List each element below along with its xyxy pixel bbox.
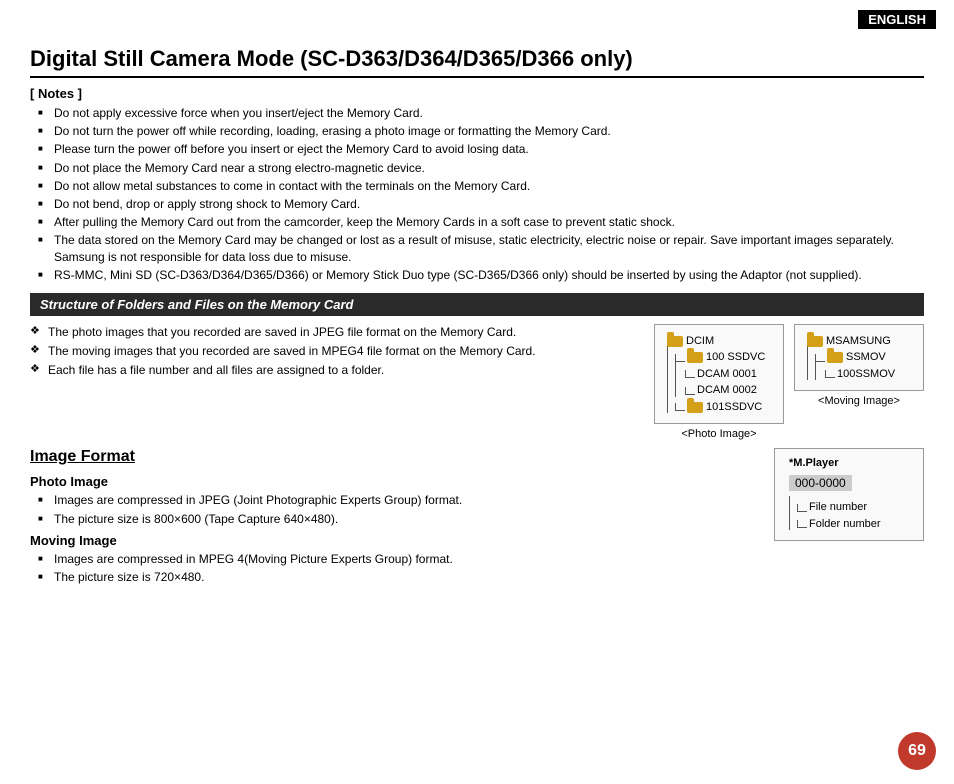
list-item: Please turn the power off before you ins…: [38, 141, 924, 157]
tree-row: 100SSMOV: [807, 366, 911, 383]
mplayer-diagram: *M.Player 000-0000 File number Folder nu…: [774, 448, 924, 541]
list-item: The picture size is 720×480.: [38, 569, 764, 585]
tree-row: File number: [789, 499, 909, 516]
list-item: The picture size is 800×600 (Tape Captur…: [38, 511, 764, 527]
tree-label: DCAM 0001: [697, 366, 757, 383]
connector-icon: [815, 354, 825, 362]
list-item: RS-MMC, Mini SD (SC-D363/D364/D365/D366)…: [38, 267, 924, 283]
tree-label: 100SSMOV: [837, 366, 895, 383]
tree-row: Folder number: [789, 516, 909, 533]
list-item: After pulling the Memory Card out from t…: [38, 214, 924, 230]
photo-diagram-box: DCIM 100 SSDVC: [654, 324, 784, 425]
tree-row: DCIM: [667, 333, 771, 350]
moving-diagram: MSAMSUNG SSMOV: [794, 324, 924, 408]
folder-icon: [807, 336, 823, 347]
folder-icon: [687, 352, 703, 363]
photo-diagram-caption: <Photo Image>: [654, 428, 784, 440]
tree-label: 100 SSDVC: [706, 349, 765, 366]
tree-label: File number: [809, 499, 867, 516]
structure-section: The photo images that you recorded are s…: [30, 324, 924, 441]
notes-label: [ Notes ]: [30, 86, 924, 101]
mplayer-number: 000-0000: [789, 475, 852, 491]
connector-icon: [685, 370, 695, 378]
connector-icon: [797, 504, 807, 512]
image-format-title: Image Format: [30, 448, 764, 466]
page: ENGLISH Digital Still Camera Mode (SC-D3…: [0, 0, 954, 784]
folder-icon: [667, 336, 683, 347]
tree-label: DCIM: [686, 333, 714, 350]
moving-tree: MSAMSUNG SSMOV: [807, 333, 911, 383]
page-title: Digital Still Camera Mode (SC-D363/D364/…: [30, 46, 924, 78]
list-item: Do not place the Memory Card near a stro…: [38, 160, 924, 176]
list-item: Do not apply excessive force when you in…: [38, 105, 924, 121]
connector-icon: [675, 403, 685, 411]
image-format-text: Image Format Photo Image Images are comp…: [30, 448, 764, 587]
folder-icon: [687, 402, 703, 413]
mplayer-title: *M.Player: [789, 457, 909, 469]
tree-label: 101SSDVC: [706, 399, 762, 416]
photo-diagram: DCIM 100 SSDVC: [654, 324, 784, 441]
connector-icon: [797, 520, 807, 528]
list-item: The photo images that you recorded are s…: [30, 324, 644, 340]
connector-icon: [675, 354, 685, 362]
mplayer-number-row: 000-0000: [789, 475, 909, 495]
list-item: Images are compressed in JPEG (Joint Pho…: [38, 492, 764, 508]
tree-label: SSMOV: [846, 349, 886, 366]
list-item: Do not allow metal substances to come in…: [38, 178, 924, 194]
moving-diagram-box: MSAMSUNG SSMOV: [794, 324, 924, 392]
notes-list: Do not apply excessive force when you in…: [30, 105, 924, 283]
list-item: Do not turn the power off while recordin…: [38, 123, 924, 139]
folder-icon: [827, 352, 843, 363]
moving-diagram-caption: <Moving Image>: [794, 395, 924, 407]
english-badge: ENGLISH: [858, 10, 936, 29]
tree-row: DCAM 0002: [667, 382, 771, 399]
structure-text: The photo images that you recorded are s…: [30, 324, 644, 441]
photo-tree: DCIM 100 SSDVC: [667, 333, 771, 416]
structure-bullets: The photo images that you recorded are s…: [30, 324, 644, 379]
structure-section-header: Structure of Folders and Files on the Me…: [30, 293, 924, 316]
connector-icon: [825, 370, 835, 378]
tree-row: MSAMSUNG: [807, 333, 911, 350]
list-item: The data stored on the Memory Card may b…: [38, 232, 924, 264]
image-format-section: Image Format Photo Image Images are comp…: [30, 448, 924, 587]
list-item: Each file has a file number and all file…: [30, 362, 644, 378]
list-item: Do not bend, drop or apply strong shock …: [38, 196, 924, 212]
connector-icon: [685, 387, 695, 395]
list-item: Images are compressed in MPEG 4(Moving P…: [38, 551, 764, 567]
diagrams: DCIM 100 SSDVC: [654, 324, 924, 441]
tree-row: 101SSDVC: [667, 399, 771, 416]
mplayer-tree: File number Folder number: [789, 499, 909, 532]
list-item: The moving images that you recorded are …: [30, 343, 644, 359]
mplayer-box: *M.Player 000-0000 File number Folder nu…: [774, 448, 924, 541]
photo-image-heading: Photo Image: [30, 474, 764, 489]
tree-label: Folder number: [809, 516, 881, 533]
moving-image-heading: Moving Image: [30, 533, 764, 548]
tree-label: MSAMSUNG: [826, 333, 891, 350]
page-number: 69: [898, 732, 936, 770]
tree-label: DCAM 0002: [697, 382, 757, 399]
photo-bullets: Images are compressed in JPEG (Joint Pho…: [30, 492, 764, 526]
moving-bullets: Images are compressed in MPEG 4(Moving P…: [30, 551, 764, 585]
